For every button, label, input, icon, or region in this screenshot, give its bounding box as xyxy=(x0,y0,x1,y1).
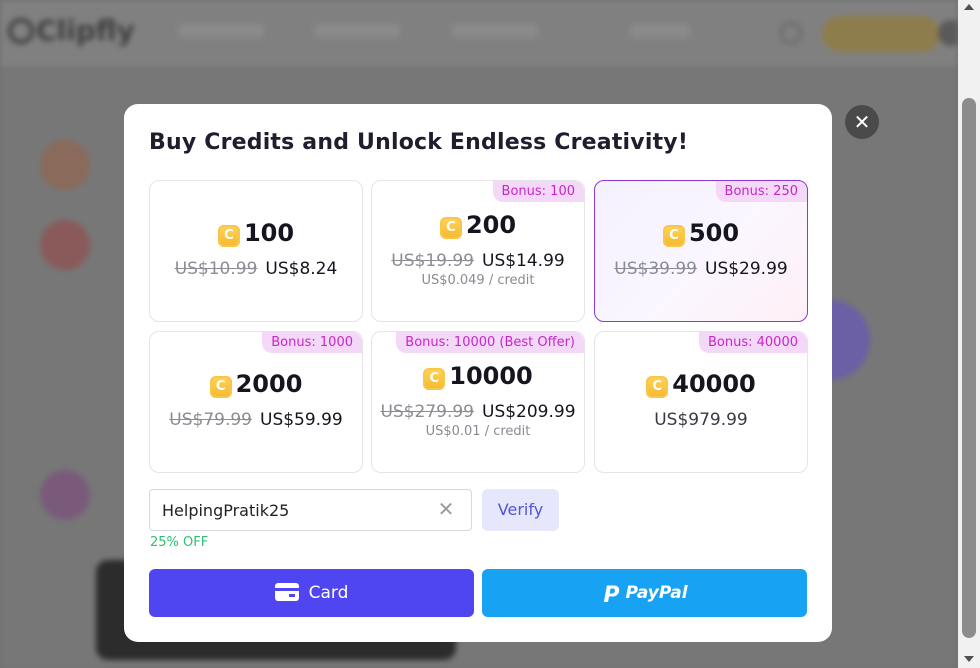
discount-label: 25% OFF xyxy=(150,535,209,550)
coin-icon: C xyxy=(209,376,232,398)
original-price: US$10.99 xyxy=(174,259,258,279)
plan-price: US$279.99 US$209.99 xyxy=(372,402,584,422)
plan-amount: C 200 xyxy=(372,211,584,239)
background-logo: Clipfly xyxy=(8,14,135,47)
discounted-price: US$209.99 xyxy=(482,402,576,422)
discounted-price: US$29.99 xyxy=(705,259,788,279)
coin-icon: C xyxy=(217,225,240,247)
plan-amount: C 500 xyxy=(595,219,807,247)
scroll-down-arrow-icon[interactable] xyxy=(964,656,974,662)
paypal-button-label: PayPal xyxy=(625,583,688,603)
per-credit-price: US$0.049 / credit xyxy=(421,273,535,288)
card-button-label: Card xyxy=(308,583,349,603)
discounted-price: US$59.99 xyxy=(260,410,343,430)
bonus-badge: Bonus: 250 xyxy=(715,181,807,202)
scroll-up-arrow-icon[interactable] xyxy=(964,4,974,10)
coupon-field[interactable] xyxy=(149,489,472,531)
credit-card-icon xyxy=(274,583,299,601)
buy-credits-modal: Buy Credits and Unlock Endless Creativit… xyxy=(124,104,832,642)
background-thumbnail xyxy=(40,470,90,520)
bonus-badge: Bonus: 10000 (Best Offer) xyxy=(396,332,584,353)
background-avatar xyxy=(938,20,958,46)
clear-input-icon[interactable]: ✕ xyxy=(436,497,456,521)
plan-price: US$10.99 US$8.24 xyxy=(150,259,362,279)
plan-price-value: US$979.99 xyxy=(654,410,748,430)
bonus-badge: Bonus: 40000 xyxy=(699,332,807,353)
paypal-icon: P xyxy=(603,583,620,608)
bonus-badge: Bonus: 1000 xyxy=(262,332,362,353)
coin-icon: C xyxy=(439,217,462,239)
background-thumbnail xyxy=(40,140,90,190)
coin-icon: C xyxy=(423,368,446,390)
background-navbar: Clipfly xyxy=(0,0,958,68)
background-nav-link xyxy=(314,24,400,38)
plan-card-500[interactable]: Bonus: 250 C 500 US$39.99 US$29.99 xyxy=(594,180,808,322)
original-price: US$39.99 xyxy=(614,259,697,279)
original-price: US$79.99 xyxy=(169,410,252,430)
original-price: US$19.99 xyxy=(391,251,474,271)
plan-price: US$19.99 US$14.99 xyxy=(372,251,584,271)
plan-price: US$79.99 US$59.99 xyxy=(150,410,362,430)
background-nav-link xyxy=(178,24,264,38)
per-credit-price: US$0.01 / credit xyxy=(425,424,531,439)
plan-amount: C 2000 xyxy=(150,370,362,398)
plan-amount: C 10000 xyxy=(372,362,584,390)
coin-icon: C xyxy=(662,225,685,247)
plan-amount: C 40000 xyxy=(595,370,807,398)
pay-with-paypal-button[interactable]: P PayPal xyxy=(482,569,807,617)
background-upgrade-pill xyxy=(822,16,940,52)
plan-price: US$39.99 US$29.99 xyxy=(595,259,807,279)
plan-price: US$979.99 xyxy=(595,410,807,430)
coin-icon: C xyxy=(646,376,669,398)
plan-amount: C 100 xyxy=(150,219,362,247)
coupon-input[interactable] xyxy=(162,490,432,530)
verify-button[interactable]: Verify xyxy=(482,489,559,531)
discounted-price: US$8.24 xyxy=(265,259,338,279)
modal-title: Buy Credits and Unlock Endless Creativit… xyxy=(149,130,689,155)
plan-card-100[interactable]: C 100 US$10.99 US$8.24 xyxy=(149,180,363,322)
plan-card-200[interactable]: Bonus: 100 C 200 US$19.99 US$14.99 US$0.04… xyxy=(371,180,585,322)
close-icon[interactable]: ✕ xyxy=(845,105,879,139)
pay-with-card-button[interactable]: Card xyxy=(149,569,474,617)
bonus-badge: Bonus: 100 xyxy=(492,181,584,202)
discounted-price: US$14.99 xyxy=(482,251,565,271)
plan-card-10000[interactable]: Bonus: 10000 (Best Offer) C 10000 US$279.… xyxy=(371,331,585,473)
original-price: US$279.99 xyxy=(380,402,474,422)
background-gift-icon xyxy=(780,22,802,44)
background-nav-link xyxy=(630,24,690,38)
plan-card-2000[interactable]: Bonus: 1000 C 2000 US$79.99 US$59.99 xyxy=(149,331,363,473)
plan-card-40000[interactable]: Bonus: 40000 C 40000 US$979.99 xyxy=(594,331,808,473)
scrollbar-thumb[interactable] xyxy=(962,98,976,638)
background-thumbnail xyxy=(40,220,90,270)
background-nav-link xyxy=(452,24,538,38)
